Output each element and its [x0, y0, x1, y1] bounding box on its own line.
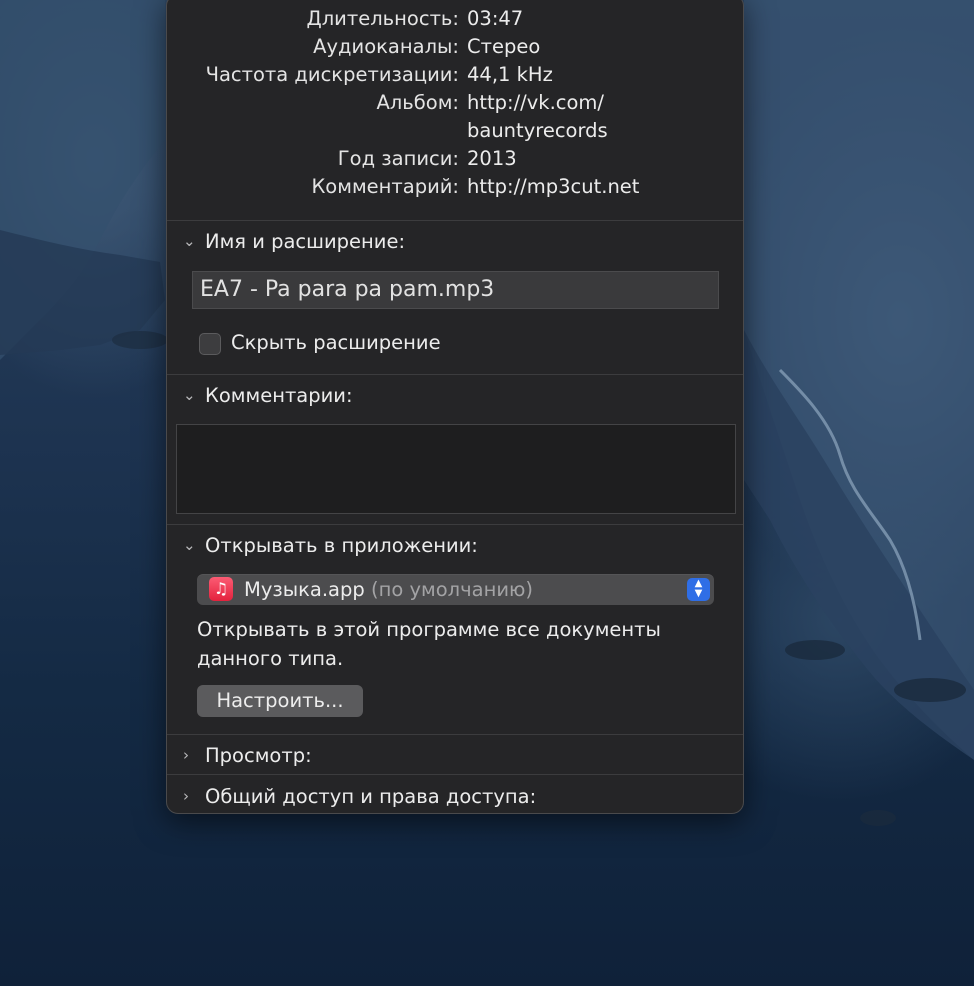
section-title: Общий доступ и права доступа: — [205, 785, 537, 808]
app-select-popup[interactable]: ♫ Музыка.app (по умолчанию) ▲ ▼ — [197, 574, 714, 605]
metadata-value: http://vk.com/ — [467, 91, 604, 114]
metadata-row-sample-rate: Частота дискретизации: 44,1 kHz — [167, 61, 743, 89]
filename-input[interactable]: EA7 - Pa para pa pam.mp3 — [192, 271, 719, 309]
section-title: Комментарии: — [205, 384, 353, 407]
section-header-open-with[interactable]: ⌄ Открывать в приложении: — [183, 531, 478, 559]
app-select-value: Музыка.app (по умолчанию) — [244, 574, 533, 605]
section-divider — [167, 374, 743, 375]
metadata-list: Длительность: 03:47 Аудиоканалы: Стерео … — [167, 5, 743, 201]
description-line: Открывать в этой программе все документы — [197, 618, 661, 641]
metadata-value: http://mp3cut.net — [467, 175, 640, 198]
metadata-row-duration: Длительность: 03:47 — [167, 5, 743, 33]
chevron-right-icon[interactable]: › — [183, 782, 205, 810]
section-header-preview[interactable]: › Просмотр: — [183, 741, 312, 769]
configure-button[interactable]: Настроить... — [197, 685, 363, 717]
section-header-comments[interactable]: ⌄ Комментарии: — [183, 381, 353, 409]
app-name: Музыка.app — [244, 578, 365, 601]
metadata-row-comment: Комментарий: http://mp3cut.net — [167, 173, 743, 201]
metadata-key: Длительность: — [306, 7, 459, 30]
popup-arrows-icon[interactable]: ▲ ▼ — [687, 578, 710, 601]
metadata-row-album: Альбом: http://vk.com/ — [167, 89, 743, 117]
metadata-key: Аудиоканалы: — [313, 35, 459, 58]
metadata-key: Комментарий: — [311, 175, 459, 198]
metadata-value: bauntyrecords — [467, 119, 608, 142]
hide-extension-label[interactable]: Скрыть расширение — [231, 329, 441, 357]
section-divider — [167, 524, 743, 525]
metadata-value: 44,1 kHz — [467, 63, 553, 86]
metadata-value: Стерео — [467, 35, 541, 58]
metadata-row-album-cont: bauntyrecords — [167, 117, 743, 145]
metadata-key: Год записи: — [337, 147, 459, 170]
chevron-down-icon[interactable]: ⌄ — [183, 381, 205, 409]
music-note-icon: ♫ — [209, 577, 233, 601]
chevron-down-icon[interactable]: ⌄ — [183, 531, 205, 559]
metadata-key: Альбом: — [376, 91, 459, 114]
section-title: Просмотр: — [205, 744, 312, 767]
hide-extension-checkbox[interactable] — [199, 333, 221, 355]
section-header-sharing[interactable]: › Общий доступ и права доступа: — [183, 782, 536, 810]
section-header-name[interactable]: ⌄ Имя и расширение: — [183, 227, 405, 255]
app-default-label: (по умолчанию) — [370, 578, 534, 601]
section-divider — [167, 734, 743, 735]
metadata-row-channels: Аудиоканалы: Стерео — [167, 33, 743, 61]
metadata-key: Частота дискретизации: — [205, 63, 459, 86]
section-title: Открывать в приложении: — [205, 534, 478, 557]
metadata-value: 03:47 — [467, 7, 524, 30]
chevron-right-icon[interactable]: › — [183, 741, 205, 769]
section-divider — [167, 220, 743, 221]
open-with-description: Открывать в этой программе все документы… — [197, 615, 661, 673]
chevron-down-icon[interactable]: ⌄ — [183, 227, 205, 255]
metadata-value: 2013 — [467, 147, 517, 170]
get-info-window: Длительность: 03:47 Аудиоканалы: Стерео … — [166, 0, 744, 814]
metadata-row-year: Год записи: 2013 — [167, 145, 743, 173]
comments-textarea[interactable] — [176, 424, 736, 514]
section-title: Имя и расширение: — [205, 230, 406, 253]
description-line: данного типа. — [197, 647, 344, 670]
section-divider — [167, 774, 743, 775]
